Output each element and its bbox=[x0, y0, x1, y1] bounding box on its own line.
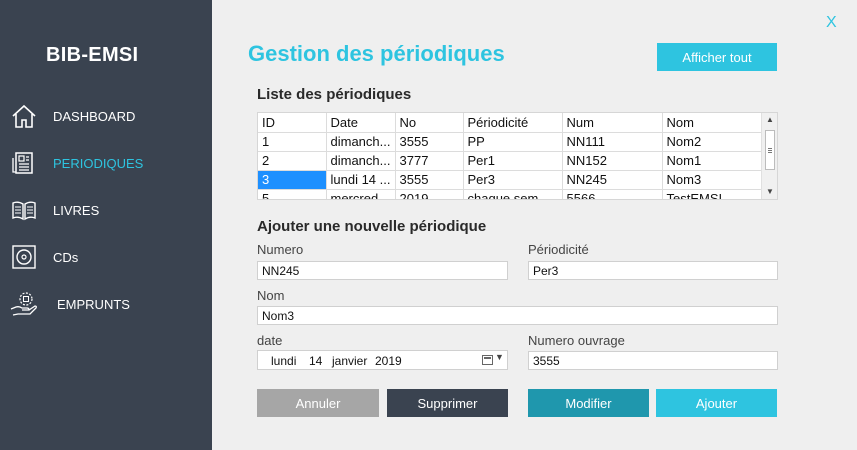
table-cell[interactable]: NN245 bbox=[562, 170, 663, 190]
column-header-nom[interactable]: Nom bbox=[662, 113, 764, 133]
date-weekday: lundi bbox=[271, 354, 297, 368]
numero-ouvrage-input[interactable] bbox=[528, 351, 778, 370]
date-label: date bbox=[257, 333, 283, 348]
home-icon bbox=[10, 103, 38, 129]
page-title: Gestion des périodiques bbox=[248, 41, 505, 66]
table-cell[interactable]: 1 bbox=[258, 132, 327, 152]
table-cell[interactable]: Per1 bbox=[463, 151, 563, 171]
scroll-down-icon[interactable]: ▼ bbox=[762, 185, 777, 199]
nom-label: Nom bbox=[257, 288, 285, 303]
table-scrollbar[interactable]: ▲ ▼ bbox=[761, 113, 777, 199]
sidebar: BIB-EMSI DASHBOARD PERIODIQUES LIVRES CD… bbox=[0, 0, 212, 450]
table-cell[interactable]: dimanch... bbox=[326, 151, 396, 171]
table-cell[interactable]: 2019 bbox=[395, 189, 464, 199]
sidebar-item-label: LIVRES bbox=[53, 203, 100, 218]
numero-label: Numero bbox=[257, 242, 304, 257]
modifier-button[interactable]: Modifier bbox=[528, 389, 649, 417]
book-icon bbox=[10, 197, 38, 223]
date-picker[interactable]: lundi 14 janvier 2019 ▼ bbox=[257, 350, 508, 370]
ajouter-button[interactable]: Ajouter bbox=[656, 389, 777, 417]
sidebar-item-label: EMPRUNTS bbox=[57, 297, 130, 312]
scroll-up-icon[interactable]: ▲ bbox=[762, 113, 777, 127]
table-cell[interactable]: 3555 bbox=[395, 170, 464, 190]
table-cell[interactable]: 3777 bbox=[395, 151, 464, 171]
table-cell[interactable]: 3555 bbox=[395, 132, 464, 152]
sidebar-item-dashboard[interactable]: DASHBOARD bbox=[0, 98, 212, 134]
nom-input[interactable] bbox=[257, 306, 778, 325]
close-button[interactable]: X bbox=[826, 14, 840, 32]
table-cell-selected[interactable]: 3 bbox=[258, 170, 327, 190]
periodicite-label: Périodicité bbox=[528, 242, 589, 257]
table-cell[interactable]: NN111 bbox=[562, 132, 663, 152]
date-month: janvier bbox=[332, 354, 368, 368]
app-brand: BIB-EMSI bbox=[46, 44, 139, 66]
table-row[interactable]: 1 dimanch... 3555 PP NN111 Nom2 bbox=[258, 132, 764, 152]
table-cell[interactable]: mercred... bbox=[326, 189, 396, 199]
table-cell[interactable]: Per3 bbox=[463, 170, 563, 190]
table-row-selected[interactable]: 3 lundi 14 ... 3555 Per3 NN245 Nom3 bbox=[258, 170, 764, 190]
table-cell[interactable]: lundi 14 ... bbox=[326, 170, 396, 190]
numero-input[interactable] bbox=[257, 261, 508, 280]
column-header-num[interactable]: Num bbox=[562, 113, 663, 133]
table-row[interactable]: 2 dimanch... 3777 Per1 NN152 Nom1 bbox=[258, 151, 764, 171]
table-cell[interactable]: Nom3 bbox=[662, 170, 764, 190]
column-header-id[interactable]: ID bbox=[258, 113, 327, 133]
chevron-down-icon[interactable]: ▼ bbox=[495, 352, 504, 362]
table-cell[interactable]: 2 bbox=[258, 151, 327, 171]
sidebar-item-cds[interactable]: CDs bbox=[0, 239, 212, 275]
sidebar-item-label: CDs bbox=[53, 250, 79, 265]
sidebar-item-label: PERIODIQUES bbox=[53, 156, 144, 171]
list-section-title: Liste des périodiques bbox=[257, 86, 412, 103]
hand-icon bbox=[10, 291, 38, 317]
table-row[interactable]: 5 mercred... 2019 chaque semai... 5566 T… bbox=[258, 189, 764, 199]
date-day: 14 bbox=[309, 354, 323, 368]
periodicals-table[interactable]: ID Date No Périodicité Num Nom 1 dimanch… bbox=[257, 112, 778, 200]
annuler-button[interactable]: Annuler bbox=[257, 389, 379, 417]
table-cell[interactable]: chaque semai... bbox=[463, 189, 563, 199]
table-cell[interactable]: PP bbox=[463, 132, 563, 152]
scrollbar-thumb[interactable] bbox=[765, 130, 775, 170]
date-year: 2019 bbox=[375, 354, 402, 368]
table-header-row: ID Date No Périodicité Num Nom bbox=[258, 113, 764, 133]
table-cell[interactable]: TestEMSI bbox=[662, 189, 764, 199]
column-header-periodicite[interactable]: Périodicité bbox=[463, 113, 563, 133]
table-cell[interactable]: 5 bbox=[258, 189, 327, 199]
periodicite-input[interactable] bbox=[528, 261, 778, 280]
table-cell[interactable]: NN152 bbox=[562, 151, 663, 171]
supprimer-button[interactable]: Supprimer bbox=[387, 389, 508, 417]
table-cell[interactable]: 5566 bbox=[562, 189, 663, 199]
show-all-button[interactable]: Afficher tout bbox=[657, 43, 777, 71]
sidebar-item-label: DASHBOARD bbox=[53, 109, 136, 124]
form-section-title: Ajouter une nouvelle périodique bbox=[257, 218, 487, 235]
table-cell[interactable]: Nom2 bbox=[662, 132, 764, 152]
column-header-no[interactable]: No bbox=[395, 113, 464, 133]
sidebar-item-emprunts[interactable]: EMPRUNTS bbox=[0, 286, 212, 322]
table-cell[interactable]: dimanch... bbox=[326, 132, 396, 152]
numero-ouvrage-label: Numero ouvrage bbox=[528, 333, 625, 348]
column-header-date[interactable]: Date bbox=[326, 113, 396, 133]
newspaper-icon bbox=[10, 150, 38, 176]
table-cell[interactable]: Nom1 bbox=[662, 151, 764, 171]
sidebar-item-livres[interactable]: LIVRES bbox=[0, 192, 212, 228]
sidebar-item-periodiques[interactable]: PERIODIQUES bbox=[0, 145, 212, 181]
calendar-icon[interactable] bbox=[482, 355, 493, 365]
cd-icon bbox=[10, 244, 38, 270]
